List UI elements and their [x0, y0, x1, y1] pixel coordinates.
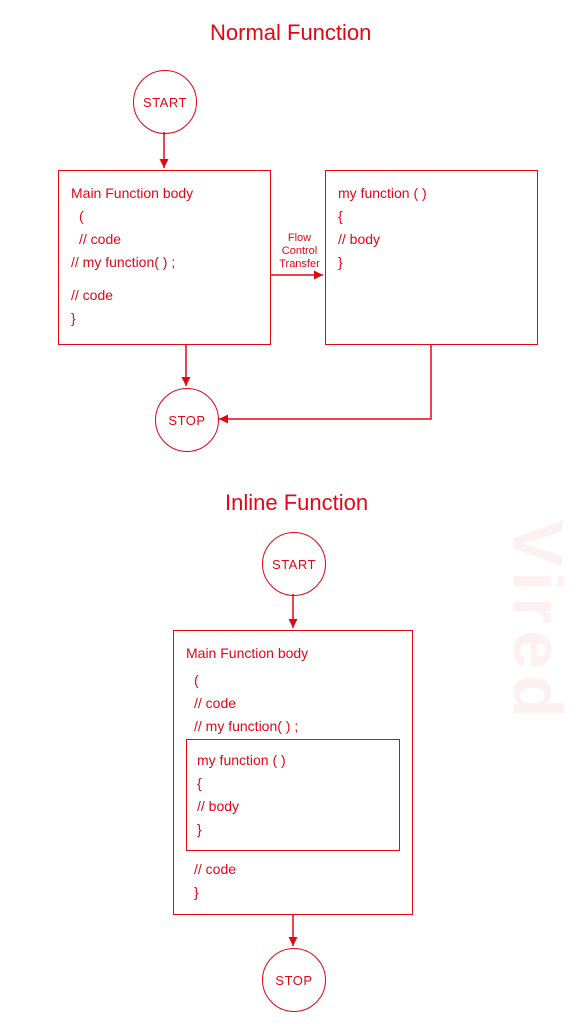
flow-l2: Control: [282, 245, 317, 257]
code-line: // code: [186, 693, 400, 714]
code-line: // code: [186, 859, 400, 880]
code-line: // code: [71, 285, 258, 306]
normal-title: Normal Function: [210, 20, 371, 46]
main-heading: Main Function body: [71, 183, 258, 204]
start-label: START: [272, 557, 316, 572]
inline-start-node: START: [262, 532, 326, 596]
normal-start-node: START: [133, 70, 197, 134]
code-line: }: [186, 882, 400, 903]
code-line: // my function( ) ;: [71, 252, 258, 273]
code-line: (: [71, 206, 258, 227]
inline-stop-node: STOP: [262, 948, 326, 1012]
watermark: Vired: [498, 520, 578, 724]
start-label: START: [143, 95, 187, 110]
code-line: (: [186, 670, 400, 691]
code-line: my function ( ): [197, 750, 389, 771]
code-line: // body: [338, 229, 525, 250]
flow-control-label: Flow Control Transfer: [277, 232, 322, 272]
code-line: // body: [197, 796, 389, 817]
code-line: }: [338, 252, 525, 273]
flow-l3: Transfer: [279, 258, 320, 270]
main-heading: Main Function body: [186, 643, 400, 664]
stop-label: STOP: [275, 973, 312, 988]
code-line: }: [197, 819, 389, 840]
code-line: }: [71, 308, 258, 329]
code-line: {: [338, 206, 525, 227]
inline-inner-box: my function ( ) { // body }: [186, 739, 400, 851]
inline-main-box: Main Function body ( // code // my funct…: [173, 630, 413, 915]
normal-stop-node: STOP: [155, 388, 219, 452]
code-line: // my function( ) ;: [186, 716, 400, 737]
normal-callee-box: my function ( ) { // body }: [325, 170, 538, 345]
code-line: my function ( ): [338, 183, 525, 204]
inline-title: Inline Function: [225, 490, 368, 516]
stop-label: STOP: [168, 413, 205, 428]
code-line: {: [197, 773, 389, 794]
code-line: // code: [71, 229, 258, 250]
normal-main-box: Main Function body ( // code // my funct…: [58, 170, 271, 345]
flow-l1: Flow: [288, 232, 311, 244]
